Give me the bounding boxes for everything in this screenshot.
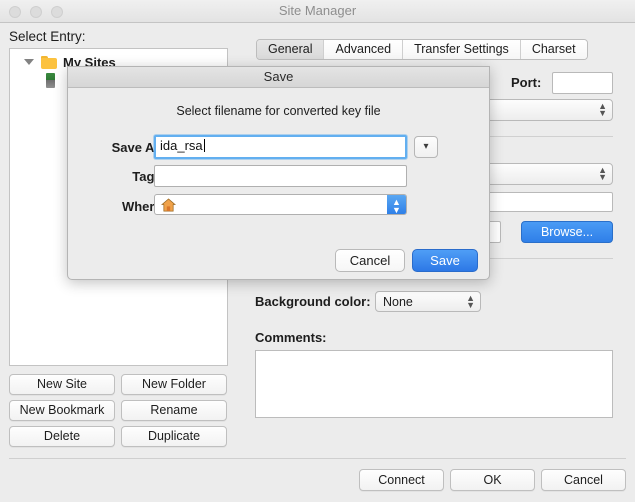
stepper-arrows-icon: ▲ ▼	[598, 101, 607, 118]
chevron-down-icon[interactable]: ▾	[414, 136, 438, 158]
save-dialog-cancel-button[interactable]: Cancel	[335, 249, 405, 272]
new-site-button[interactable]: New Site	[9, 374, 115, 395]
save-as-value: ida_rsa	[160, 138, 203, 153]
save-dialog-title: Save	[263, 69, 294, 84]
divider	[9, 458, 626, 459]
comments-textarea[interactable]	[255, 350, 613, 418]
folder-icon	[41, 55, 57, 69]
connect-button[interactable]: Connect	[359, 469, 444, 491]
ok-button[interactable]: OK	[450, 469, 535, 491]
stepper-arrows-icon: ▲ ▼	[598, 165, 607, 182]
tab-general[interactable]: General	[257, 40, 325, 59]
browse-button[interactable]: Browse...	[521, 221, 613, 243]
rename-button[interactable]: Rename	[121, 400, 227, 421]
save-as-input[interactable]: ida_rsa	[154, 135, 407, 159]
tags-input[interactable]	[154, 165, 407, 187]
save-dialog: Save Select filename for converted key f…	[67, 66, 490, 280]
save-dialog-prompt: Select filename for converted key file	[176, 104, 381, 118]
tree-action-row: New Site New Folder	[9, 374, 228, 395]
new-folder-button[interactable]: New Folder	[121, 374, 227, 395]
tree-child-item-icon[interactable]	[46, 73, 55, 88]
select-entry-label: Select Entry:	[9, 29, 86, 44]
tree-action-row: New Bookmark Rename	[9, 400, 228, 421]
tab-advanced[interactable]: Advanced	[324, 40, 404, 59]
save-dialog-titlebar: Save	[68, 67, 489, 88]
tree-action-row: Delete Duplicate	[9, 426, 228, 447]
duplicate-button[interactable]: Duplicate	[121, 426, 227, 447]
tab-charset[interactable]: Charset	[520, 40, 587, 59]
settings-tabs: General Advanced Transfer Settings Chars…	[256, 39, 588, 60]
window-title: Site Manager	[278, 3, 357, 18]
chevron-down-icon[interactable]	[24, 59, 34, 65]
delete-button[interactable]: Delete	[9, 426, 115, 447]
stepper-arrows-icon: ▲ ▼	[466, 292, 475, 310]
background-color-select[interactable]: None ▲ ▼	[375, 291, 481, 312]
home-icon	[161, 198, 176, 212]
port-label: Port:	[511, 75, 542, 90]
window-titlebar: Site Manager	[0, 0, 635, 23]
new-bookmark-button[interactable]: New Bookmark	[9, 400, 115, 421]
tab-transfer-settings[interactable]: Transfer Settings	[403, 40, 521, 59]
port-field[interactable]	[552, 72, 613, 94]
text-caret	[203, 139, 205, 152]
dialog-action-buttons: Connect OK Cancel	[359, 469, 626, 491]
comments-label: Comments:	[255, 330, 327, 345]
tree-action-buttons: New Site New Folder New Bookmark Rename …	[9, 374, 228, 452]
app-root: Site Manager Select Entry: My Sites New …	[0, 0, 635, 502]
cancel-button[interactable]: Cancel	[541, 469, 626, 491]
save-dialog-save-button[interactable]: Save	[412, 249, 478, 272]
background-color-label: Background color:	[255, 294, 371, 309]
where-select[interactable]: ▲ ▼	[154, 194, 407, 215]
stepper-arrows-icon[interactable]: ▲ ▼	[387, 195, 406, 215]
background-color-value: None	[383, 295, 413, 309]
